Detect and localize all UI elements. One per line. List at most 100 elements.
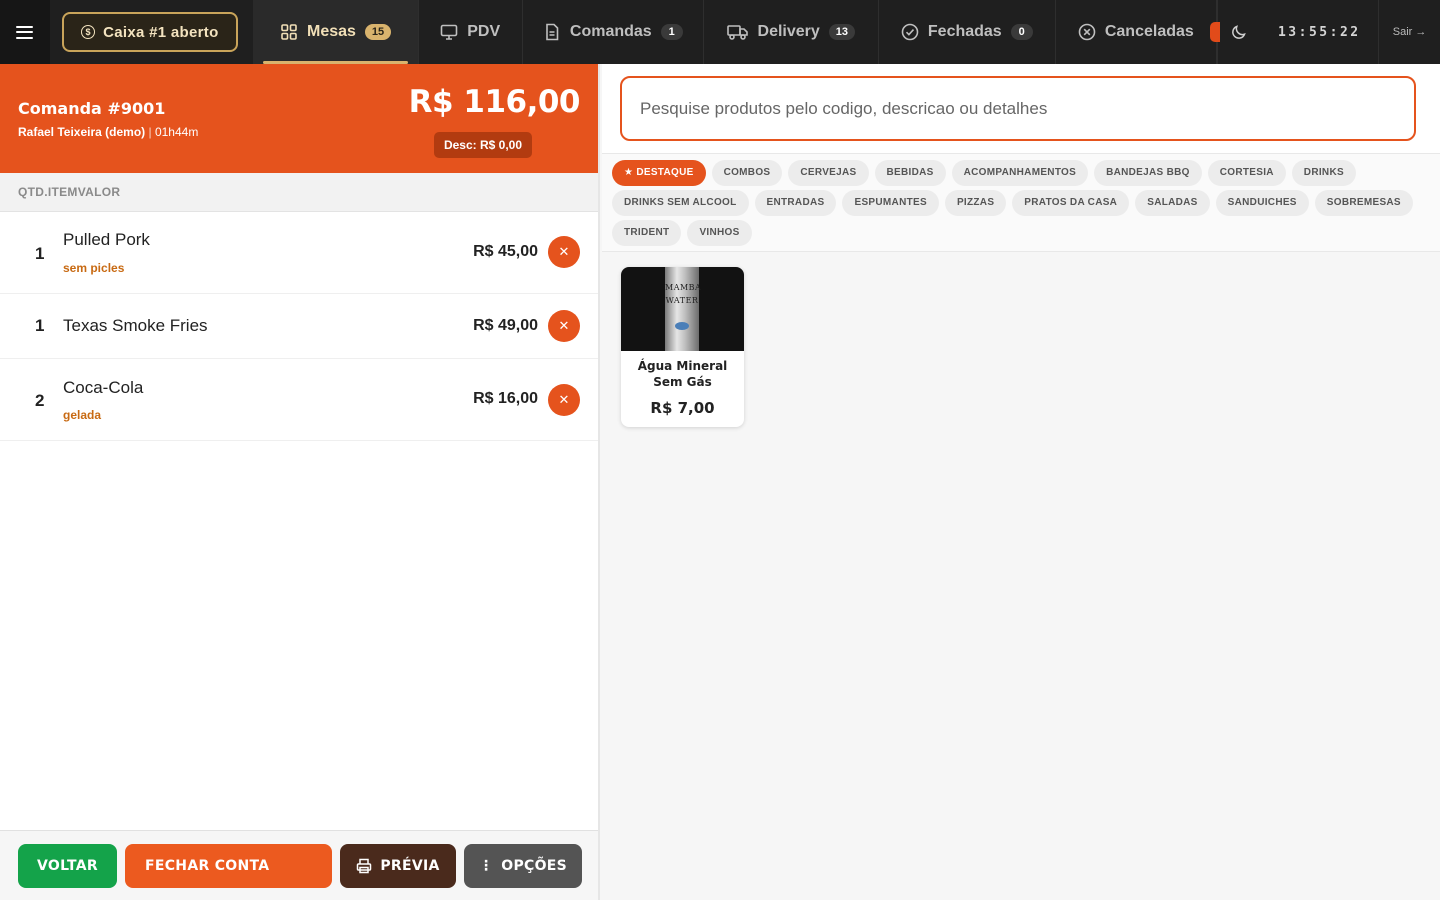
item-name: Coca-Cola (63, 378, 144, 397)
item-value: R$ 49,00 (473, 317, 538, 334)
category-chip-entradas[interactable]: ENTRADAS (754, 190, 837, 216)
elapsed-time: 01h44m (154, 125, 199, 139)
category-chip-sobremesas[interactable]: SOBREMESAS (1314, 190, 1413, 216)
category-chip-acompanhamentos[interactable]: ACOMPANHAMENTOS (951, 160, 1089, 186)
tab-pdv[interactable]: PDV (419, 0, 523, 64)
category-chip-bandejas-bbq[interactable]: BANDEJAS BBQ (1094, 160, 1202, 186)
tab-mesas-label: Mesas (306, 23, 356, 40)
options-button[interactable]: ⋮ OPÇÕES (464, 844, 582, 888)
back-button[interactable]: VOLTAR (18, 844, 117, 888)
logout-label: Sair (1392, 26, 1413, 38)
printer-icon (357, 858, 372, 874)
category-chip-pratos-da-casa[interactable]: PRATOS DA CASA (1012, 190, 1130, 216)
theme-toggle-button[interactable] (1216, 0, 1261, 64)
document-icon (546, 23, 559, 41)
order-title: Comanda #9001 (18, 99, 166, 118)
tab-fechadas[interactable]: Fechadas 0 (879, 0, 1057, 64)
search-placeholder: Pesquise produtos pelo codigo, descricao… (640, 98, 1048, 118)
hamburger-icon (16, 25, 34, 39)
clock: 13:55:22 (1277, 24, 1361, 40)
preview-label: PRÉVIA (380, 858, 440, 874)
category-chip-espumantes[interactable]: ESPUMANTES (842, 190, 939, 216)
separator: | (148, 125, 155, 139)
remove-item-button[interactable]: ✕ (548, 310, 580, 342)
tab-comandas-badge: 1 (660, 24, 683, 40)
tab-delivery-badge: 13 (828, 24, 856, 40)
item-value: R$ 16,00 (473, 390, 538, 407)
tab-mesas-badge: 15 (364, 24, 392, 40)
tab-mesas[interactable]: Mesas 15 (253, 0, 419, 64)
category-chip-drinks-sem-alcool[interactable]: DRINKS SEM ALCOOL (612, 190, 749, 216)
category-chip-drinks[interactable]: DRINKS (1291, 160, 1356, 186)
item-qty: 2 (35, 391, 45, 410)
category-chip-combos[interactable]: COMBOS (711, 160, 783, 186)
check-circle-icon (901, 23, 919, 41)
close-bill-label: FECHAR CONTA (145, 858, 270, 874)
remove-item-button[interactable]: ✕ (548, 384, 580, 416)
order-header: Comanda #9001 Rafael Teixeira (demo) | 0… (0, 64, 598, 173)
discount-badge[interactable]: Desc: R$ 0,00 (433, 132, 532, 158)
category-chip-destaque[interactable]: ★ DESTAQUE (612, 160, 706, 186)
product-price: R$ 7,00 (650, 399, 715, 417)
close-bill-button[interactable]: FECHAR CONTA (125, 844, 332, 888)
item-note: sem picles (63, 261, 125, 275)
tab-delivery[interactable]: Delivery 13 (704, 0, 879, 64)
item-name: Pulled Pork (63, 230, 150, 249)
items-column-header: QTD.ITEMVALOR (0, 173, 598, 212)
category-chip-cortesia[interactable]: CORTESIA (1207, 160, 1286, 186)
can-label: MAMBA WATER (665, 283, 702, 305)
coin-icon: $ (81, 25, 96, 39)
close-icon: ✕ (558, 244, 570, 259)
product-name: Água Mineral Sem Gás (637, 359, 728, 389)
tab-comandas[interactable]: Comandas 1 (523, 0, 705, 64)
order-item-row[interactable]: 1 Pulled Pork sem picles R$ 45,00 ✕ (0, 212, 598, 294)
tab-canceladas-label: Canceladas (1104, 23, 1194, 40)
item-qty: 1 (35, 244, 45, 263)
caixa-wrapper: $ Caixa #1 aberto (50, 0, 253, 64)
can-logo (675, 322, 689, 330)
item-value: R$ 45,00 (473, 243, 538, 260)
close-icon: ✕ (558, 318, 570, 333)
caixa-status-button[interactable]: $ Caixa #1 aberto (61, 12, 238, 52)
tab-comandas-label: Comandas (569, 23, 652, 40)
product-card[interactable]: MAMBA WATER Água Mineral Sem Gás R$ 7,00 (621, 267, 744, 427)
back-button-label: VOLTAR (37, 858, 98, 874)
customer-name: Rafael Teixeira (demo) (18, 125, 146, 139)
order-total: R$ 116,00 (408, 84, 581, 120)
product-search-input[interactable]: Pesquise produtos pelo codigo, descricao… (620, 76, 1416, 141)
order-panel: Comanda #9001 Rafael Teixeira (demo) | 0… (0, 64, 600, 900)
category-chip-vinhos[interactable]: VINHOS (687, 220, 752, 246)
category-chip-pizzas[interactable]: PIZZAS (944, 190, 1007, 216)
can-illustration: MAMBA WATER (665, 267, 702, 351)
item-name: Texas Smoke Fries (63, 316, 208, 335)
caixa-label: Caixa #1 aberto (103, 23, 219, 41)
arrow-right-icon: → (1415, 26, 1427, 38)
notification-dot (1209, 22, 1220, 42)
category-chip-cervejas[interactable]: CERVEJAS (788, 160, 869, 186)
logout-button[interactable]: Sair → (1378, 0, 1440, 64)
preview-button[interactable]: PRÉVIA (340, 844, 456, 888)
remove-item-button[interactable]: ✕ (548, 236, 580, 268)
tab-canceladas[interactable]: Canceladas (1056, 0, 1220, 64)
tab-fechadas-label: Fechadas (927, 23, 1002, 40)
grid-icon (281, 24, 297, 40)
dots-vertical-icon: ⋮ (478, 858, 494, 874)
category-chips: ★ DESTAQUE COMBOS CERVEJAS BEBIDAS ACOMP… (602, 154, 1440, 252)
category-chip-trident[interactable]: TRIDENT (612, 220, 682, 246)
order-subtitle: Rafael Teixeira (demo) | 01h44m (18, 125, 198, 139)
close-icon: ✕ (558, 392, 570, 407)
order-item-row[interactable]: 1 Texas Smoke Fries R$ 49,00 ✕ (0, 294, 598, 359)
category-chip-saladas[interactable]: SALADAS (1135, 190, 1210, 216)
category-chip-bebidas[interactable]: BEBIDAS (874, 160, 946, 186)
product-image: MAMBA WATER (621, 267, 744, 351)
tab-pdv-label: PDV (467, 23, 501, 40)
top-bar: $ Caixa #1 aberto Mesas 15 PDV Comandas … (0, 0, 1440, 64)
tab-delivery-label: Delivery (757, 23, 820, 40)
products-panel: Pesquise produtos pelo codigo, descricao… (602, 64, 1440, 900)
menu-button[interactable] (0, 0, 50, 64)
products-grid: MAMBA WATER Água Mineral Sem Gás R$ 7,00 (602, 252, 1440, 442)
x-circle-icon (1078, 23, 1096, 41)
order-item-row[interactable]: 2 Coca-Cola gelada R$ 16,00 ✕ (0, 359, 598, 441)
search-area: Pesquise produtos pelo codigo, descricao… (602, 64, 1440, 154)
category-chip-sanduiches[interactable]: SANDUICHES (1215, 190, 1309, 216)
